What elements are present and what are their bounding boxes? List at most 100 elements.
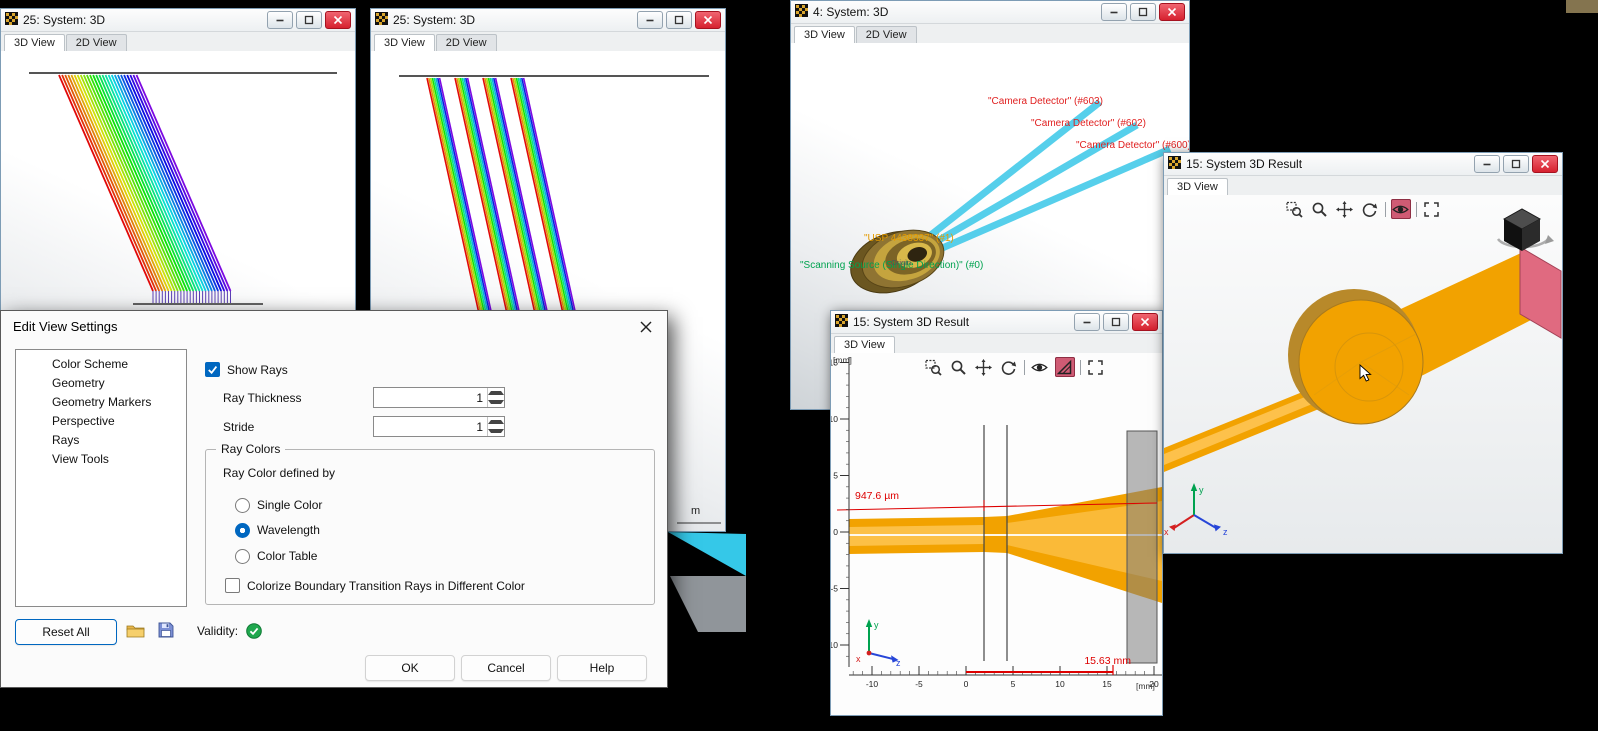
settings-category[interactable]: View Tools: [16, 450, 186, 469]
spinner-up[interactable]: [488, 417, 504, 427]
app-icon: [795, 4, 808, 20]
stride-label: Stride: [223, 420, 255, 434]
minimize-button[interactable]: [1074, 313, 1100, 331]
zoom-icon[interactable]: [949, 357, 969, 377]
ray-thickness-input[interactable]: 1: [373, 387, 505, 408]
settings-category[interactable]: Rays: [16, 431, 186, 450]
rotate-icon[interactable]: [1360, 199, 1380, 219]
label-camera-detector-602[interactable]: "Camera Detector" (#602): [1031, 118, 1146, 129]
axes-triad: x y z: [1164, 483, 1228, 537]
maximize-button[interactable]: [1103, 313, 1129, 331]
close-button[interactable]: [1132, 313, 1158, 331]
gray-fragment: [670, 576, 746, 632]
cancel-button[interactable]: Cancel: [461, 655, 551, 681]
label-camera-detector-603[interactable]: "Camera Detector" (#603): [988, 96, 1103, 107]
close-icon[interactable]: [638, 319, 654, 335]
titlebar[interactable]: 15: System 3D Result: [831, 311, 1162, 334]
maximize-button[interactable]: [296, 11, 322, 29]
single-color-radio[interactable]: [235, 498, 250, 513]
window-system-3d-result-profile: 15: System 3D Result 3D View 947.6 µm 15…: [830, 310, 1163, 716]
toolbar-separator: [1023, 359, 1025, 375]
titlebar[interactable]: 25: System: 3D: [1, 9, 355, 32]
titlebar[interactable]: 25: System: 3D: [371, 9, 725, 32]
st ride-input[interactable]: 1: [373, 416, 505, 437]
wavelength-radio[interactable]: [235, 523, 250, 538]
titlebar[interactable]: 15: System 3D Result: [1164, 153, 1562, 176]
minimize-button[interactable]: [267, 11, 293, 29]
eye-icon[interactable]: [1030, 357, 1050, 377]
app-icon: [1168, 156, 1181, 172]
settings-category[interactable]: Color Scheme: [16, 355, 186, 374]
stride-value: 1: [476, 420, 483, 434]
axis-y-label: y: [1199, 485, 1204, 495]
svg-text:-5: -5: [831, 584, 838, 594]
axis-z-label: z: [1223, 527, 1228, 537]
validity-label: Validity:: [197, 624, 239, 638]
detector-plane[interactable]: [1519, 246, 1562, 339]
svg-text:15.63 mm: 15.63 mm: [1084, 655, 1131, 667]
label-camera-detector-600[interactable]: "Camera Detector" (#600): [1076, 140, 1189, 151]
maximize-button[interactable]: [1503, 155, 1529, 173]
single-color-label: Single Color: [257, 498, 323, 512]
fullscreen-icon[interactable]: [1422, 199, 1442, 219]
close-button[interactable]: [1159, 3, 1185, 21]
window-title: 25: System: 3D: [23, 13, 106, 27]
spinner-up[interactable]: [488, 388, 504, 398]
settings-category[interactable]: Perspective: [16, 412, 186, 431]
label-usp-component[interactable]: "USP 4438337" (#1): [864, 233, 954, 244]
ray-thickness-value: 1: [476, 391, 483, 405]
settings-category[interactable]: Geometry Markers: [16, 393, 186, 412]
fullscreen-icon[interactable]: [1086, 357, 1106, 377]
toolbar-separator: [1384, 201, 1386, 217]
rotate-icon[interactable]: [999, 357, 1019, 377]
svg-text:5: 5: [1011, 679, 1016, 689]
dialog-title: Edit View Settings: [13, 319, 118, 334]
minimize-button[interactable]: [1101, 3, 1127, 21]
cyan-beam-fragment: [668, 532, 746, 576]
spinner-down[interactable]: [488, 398, 504, 408]
ok-button[interactable]: OK: [365, 655, 455, 681]
open-folder-icon[interactable]: [123, 620, 149, 642]
viewport-beam-profile[interactable]: 947.6 µm 15.63 mm 151050-5-10-10-5051015…: [831, 353, 1162, 715]
axis-x-label: x: [1164, 527, 1169, 537]
ruler-unit-bottom: [mm]: [1136, 681, 1155, 691]
tab-2d-view[interactable]: 2D View: [435, 34, 497, 52]
window-system-3d-result-3d: 15: System 3D Result 3D View x y z: [1163, 152, 1563, 554]
tab-2d-view[interactable]: 2D View: [855, 26, 917, 44]
toolbar-separator: [1415, 201, 1417, 217]
edit-view-settings-dialog: Edit View Settings Color Scheme Geometry G…: [0, 310, 668, 688]
maximize-button[interactable]: [1130, 3, 1156, 21]
toolbar-separator: [1079, 359, 1081, 375]
colorize-boundary-label: Colorize Boundary Transition Rays in Dif…: [247, 579, 525, 593]
svg-text:0: 0: [964, 679, 969, 689]
maximize-button[interactable]: [666, 11, 692, 29]
ray-color-defined-by-label: Ray Color defined by: [223, 466, 336, 480]
tab-2d-view[interactable]: 2D View: [65, 34, 127, 52]
ray-bundle: [58, 74, 232, 303]
pan-icon[interactable]: [1335, 199, 1355, 219]
close-button[interactable]: [1532, 155, 1558, 173]
colorize-boundary-checkbox[interactable]: [225, 578, 240, 593]
measure-icon[interactable]: [1054, 357, 1075, 377]
zoom-window-icon[interactable]: [1285, 199, 1305, 219]
settings-category[interactable]: Geometry: [16, 374, 186, 393]
help-button[interactable]: Help: [557, 655, 647, 681]
pan-icon[interactable]: [974, 357, 994, 377]
eye-icon[interactable]: [1390, 199, 1411, 219]
close-button[interactable]: [325, 11, 351, 29]
color-table-radio[interactable]: [235, 549, 250, 564]
axis-z-label: z: [896, 658, 901, 668]
app-icon: [5, 12, 18, 28]
spinner-down[interactable]: [488, 427, 504, 437]
show-rays-checkbox[interactable]: [205, 362, 220, 377]
zoom-icon[interactable]: [1310, 199, 1330, 219]
minimize-button[interactable]: [1474, 155, 1500, 173]
viewport-3d-result[interactable]: x y z: [1164, 195, 1562, 553]
axis-unit-label: m: [691, 505, 700, 517]
titlebar[interactable]: 4: System: 3D: [791, 1, 1189, 24]
minimize-button[interactable]: [637, 11, 663, 29]
save-icon[interactable]: [153, 619, 179, 641]
close-button[interactable]: [695, 11, 721, 29]
zoom-window-icon[interactable]: [924, 357, 944, 377]
reset-all-button[interactable]: Reset All: [15, 619, 117, 645]
